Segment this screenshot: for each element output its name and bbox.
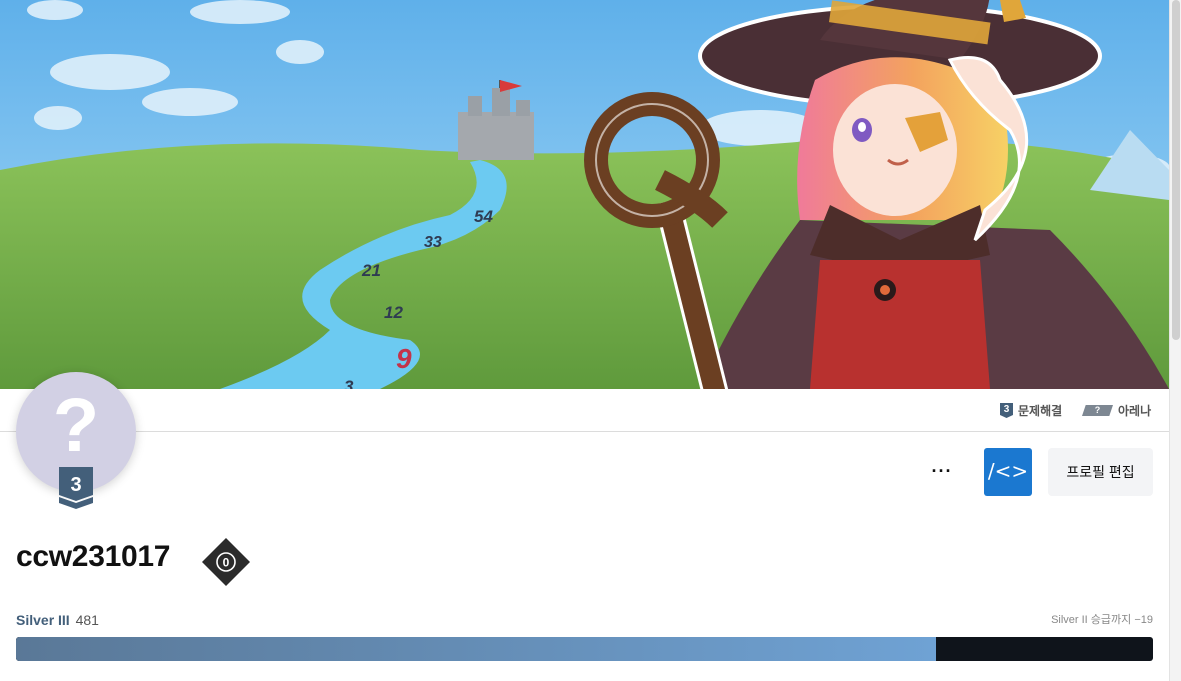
page-scrollbar[interactable] (1169, 0, 1181, 681)
profile-banner: 54 33 21 12 9 3 (0, 0, 1169, 389)
rating-progress-fill (16, 637, 936, 661)
tab-arena-label: 아레나 (1118, 404, 1152, 418)
rating-tier-name: Silver III (16, 612, 70, 628)
arena-tier-icon: ? (1082, 405, 1113, 416)
tab-problem-solving[interactable]: 3 문제해결 (1000, 402, 1062, 419)
next-tier-text: Silver II 승급까지 −19 (1051, 614, 1153, 626)
profile-tabs: 3 문제해결 ? 아레나 (0, 389, 1169, 432)
path-number-33: 33 (424, 234, 442, 251)
rating-label: Silver III 481 (16, 612, 99, 628)
profile-page: 54 33 21 12 9 3 3 문제해결 ? 아레나 ? 3 ··· /<>… (0, 0, 1181, 681)
tier-badge-number: 3 (70, 474, 81, 496)
solved-tier-icon: 3 (1000, 403, 1013, 418)
avatar-placeholder-icon: ? (52, 383, 100, 468)
username: ccw231017 (16, 540, 171, 573)
rating-progress-bar (16, 637, 1153, 661)
scrollbar-thumb[interactable] (1172, 0, 1180, 340)
rating-value: 481 (75, 612, 99, 628)
banner-illustration: 54 33 21 12 9 3 (0, 0, 1169, 389)
path-number-3: 3 (344, 377, 354, 389)
class-badge-number: 0 (223, 556, 230, 570)
edit-profile-button[interactable]: 프로필 편집 (1048, 448, 1153, 496)
path-number-12: 12 (384, 303, 403, 322)
more-options-button[interactable]: ··· (926, 458, 958, 486)
tab-problem-solving-label: 문제해결 (1018, 404, 1063, 418)
path-number-9: 9 (396, 343, 412, 374)
code-button[interactable]: /<> (984, 448, 1032, 496)
class-badge-icon[interactable]: 0 (201, 537, 251, 587)
tier-badge-icon: 3 (59, 467, 93, 509)
path-number-54: 54 (474, 207, 493, 226)
path-number-21: 21 (361, 261, 381, 280)
tab-arena[interactable]: ? 아레나 (1082, 402, 1151, 419)
